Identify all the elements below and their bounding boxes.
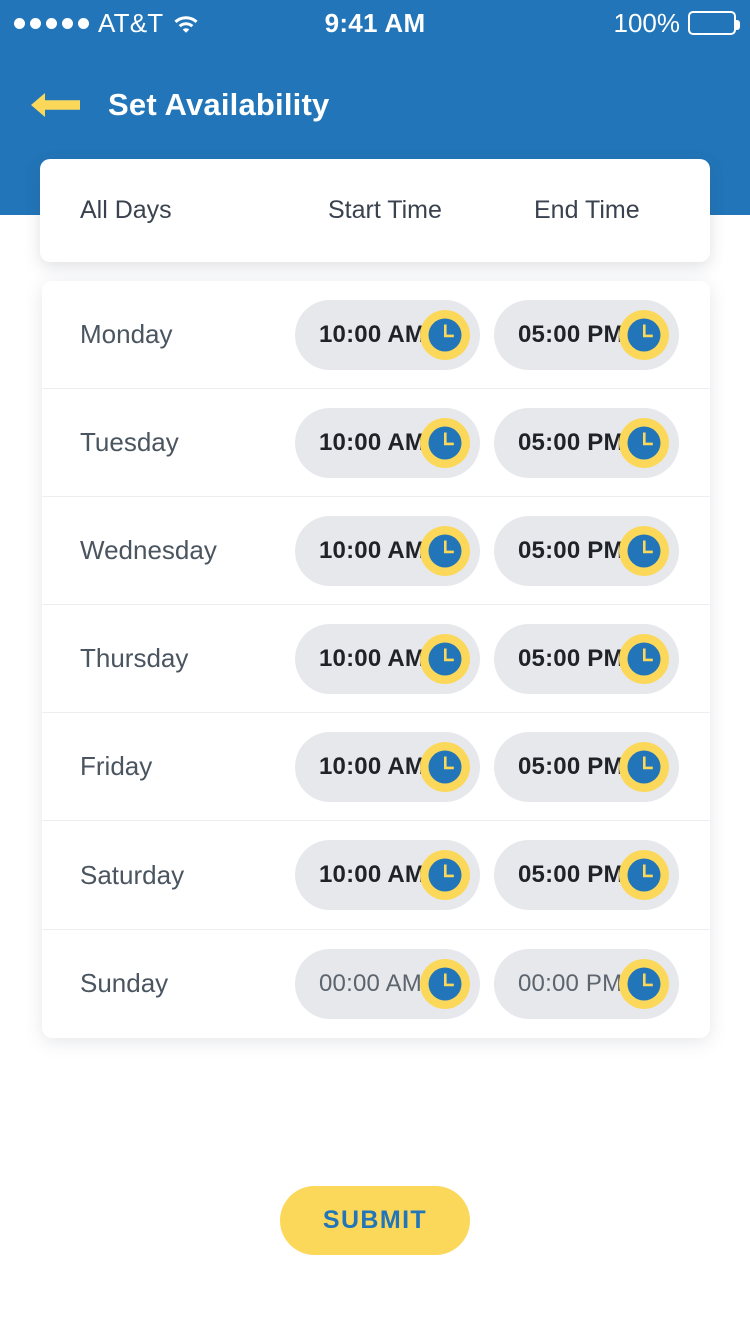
day-label: Friday (80, 751, 153, 782)
start-time-picker[interactable]: 10:00 AM (295, 515, 480, 586)
clock-icon[interactable] (420, 417, 470, 468)
day-label: Monday (80, 319, 173, 350)
end-time-picker[interactable]: 05:00 PM (494, 731, 679, 802)
navigation-bar: Set Availability (0, 72, 750, 138)
clock-icon[interactable] (619, 633, 669, 684)
start-time-picker[interactable]: 10:00 AM (295, 299, 480, 370)
column-header-start: Start Time (328, 196, 442, 224)
availability-table: Monday 10:00 AM 05:00 PM Tuesday 10:00 AM 05:… (42, 281, 710, 1038)
clock-icon[interactable] (420, 958, 470, 1009)
table-row: Saturday 10:00 AM 05:00 PM (42, 821, 710, 930)
clock-icon[interactable] (420, 741, 470, 792)
start-time-value: 10:00 AM (319, 752, 426, 780)
day-label: Tuesday (80, 427, 179, 458)
clock-icon[interactable] (420, 525, 470, 576)
day-label: Wednesday (80, 535, 217, 566)
end-time-value: 05:00 PM (518, 428, 624, 456)
battery-icon (688, 11, 740, 35)
clock-icon[interactable] (619, 958, 669, 1009)
end-time-value: 00:00 PM (518, 969, 623, 997)
start-time-value: 10:00 AM (319, 536, 426, 564)
column-header-end: End Time (534, 196, 640, 224)
day-label: Sunday (80, 968, 169, 999)
start-time-picker[interactable]: 10:00 AM (295, 840, 480, 911)
end-time-value: 05:00 PM (518, 861, 624, 889)
table-row: Wednesday 10:00 AM 05:00 PM (42, 497, 710, 606)
clock-icon[interactable] (420, 309, 470, 360)
column-header-days: All Days (80, 196, 172, 224)
day-label: Saturday (80, 859, 185, 890)
start-time-value: 10:00 AM (319, 861, 426, 889)
status-bar-time: 9:41 AM (324, 7, 426, 38)
end-time-picker[interactable]: 05:00 PM (494, 299, 679, 370)
start-time-picker[interactable]: 00:00 AM (295, 948, 480, 1019)
start-time-value: 10:00 AM (319, 320, 426, 348)
end-time-picker[interactable]: 05:00 PM (494, 623, 679, 694)
battery-percent-label: 100% (613, 7, 681, 38)
end-time-value: 05:00 PM (518, 320, 624, 348)
status-bar: AT&T 9:41 AM 100% (0, 0, 750, 46)
table-row: Friday 10:00 AM 05:00 PM (42, 713, 710, 822)
phone-screen: AT&T 9:41 AM 100% Set Availability All D… (0, 0, 750, 1334)
clock-icon[interactable] (619, 850, 669, 901)
end-time-picker[interactable]: 05:00 PM (494, 407, 679, 478)
status-bar-right: 100% (613, 0, 740, 46)
clock-icon[interactable] (420, 633, 470, 684)
end-time-picker[interactable]: 05:00 PM (494, 840, 679, 911)
end-time-picker[interactable]: 05:00 PM (494, 515, 679, 586)
end-time-picker[interactable]: 00:00 PM (494, 948, 679, 1019)
table-row: Tuesday 10:00 AM 05:00 PM (42, 389, 710, 498)
start-time-value: 00:00 AM (319, 969, 423, 997)
table-row: Sunday 00:00 AM 00:00 PM (42, 930, 710, 1038)
clock-icon[interactable] (619, 417, 669, 468)
end-time-value: 05:00 PM (518, 644, 624, 672)
table-header-card: All Days Start Time End Time (40, 159, 710, 262)
start-time-value: 10:00 AM (319, 428, 426, 456)
day-label: Thursday (80, 643, 189, 674)
end-time-value: 05:00 PM (518, 536, 624, 564)
table-row: Thursday 10:00 AM 05:00 PM (42, 605, 710, 714)
clock-icon[interactable] (619, 309, 669, 360)
start-time-picker[interactable]: 10:00 AM (295, 407, 480, 478)
table-row: Monday 10:00 AM 05:00 PM (42, 281, 710, 390)
back-arrow-icon (28, 90, 82, 120)
start-time-value: 10:00 AM (319, 644, 426, 672)
start-time-picker[interactable]: 10:00 AM (295, 731, 480, 802)
end-time-value: 05:00 PM (518, 752, 624, 780)
start-time-picker[interactable]: 10:00 AM (295, 623, 480, 694)
submit-button[interactable]: SUBMIT (280, 1186, 470, 1255)
back-button[interactable] (28, 72, 104, 138)
clock-icon[interactable] (420, 850, 470, 901)
page-title: Set Availability (108, 87, 330, 122)
clock-icon[interactable] (619, 741, 669, 792)
clock-icon[interactable] (619, 525, 669, 576)
